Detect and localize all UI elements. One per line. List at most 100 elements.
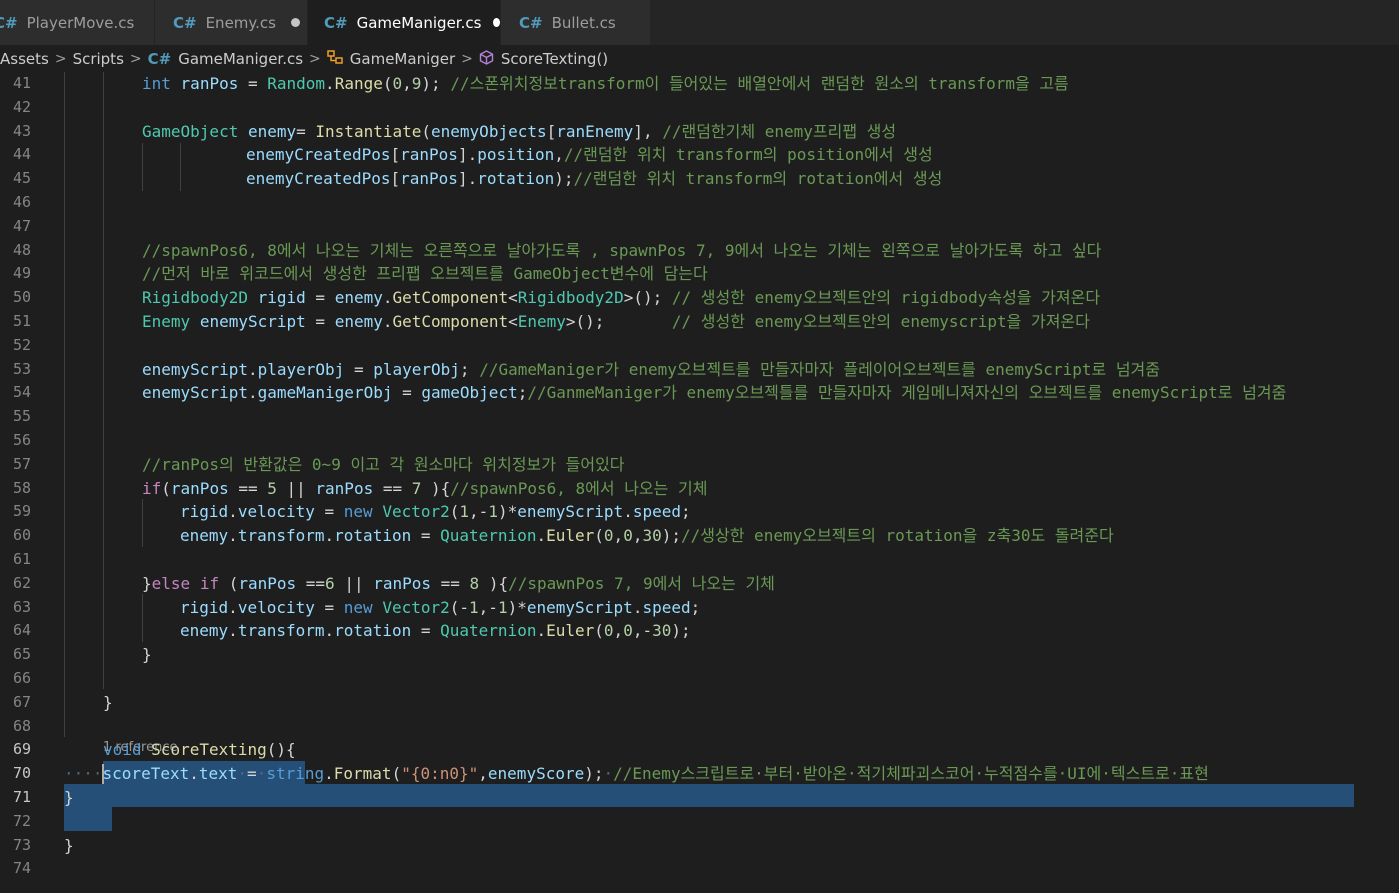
code-line[interactable]: 65} [0, 643, 1399, 667]
code-token: . [324, 764, 334, 784]
code-line[interactable]: 73} [0, 834, 1399, 858]
code-token: = [305, 312, 335, 331]
code-token: 9 [411, 74, 422, 93]
code-line[interactable]: 69 void ScoreTexting(){ [0, 738, 1399, 762]
code-text: Rigidbody2D rigid = enemy.GetComponent<R… [142, 286, 1100, 310]
code-token: · [237, 764, 248, 784]
code-line[interactable]: 54 enemyScript.gameManigerObj = gameObjec… [0, 381, 1399, 405]
code-token: < [508, 288, 518, 308]
line-number: 52 [12, 335, 31, 354]
code-text: void ScoreTexting(){ [103, 738, 296, 762]
code-token: Format [333, 764, 392, 784]
code-line[interactable]: 60 enemy.transform.rotation = Quaternion.… [0, 524, 1399, 548]
code-token: = [296, 121, 316, 141]
breadcrumb-item[interactable]: GameManiger [350, 50, 455, 68]
code-line[interactable]: 62}else if (ranPos ==6 || ranPos == 8 ){… [0, 572, 1399, 596]
line-number: 42 [12, 97, 31, 116]
code-line[interactable]: 68 [0, 715, 1399, 739]
code-line[interactable]: 67} [0, 691, 1399, 715]
code-line[interactable]: 64 enemy.transform.rotation = Quaternion.… [0, 619, 1399, 643]
class-icon [327, 50, 343, 68]
code-token: >(); [623, 288, 672, 308]
code-line[interactable]: 74 [0, 857, 1399, 881]
code-token: Euler [546, 526, 595, 546]
code-token: ,- [478, 597, 498, 617]
code-line[interactable]: 55 [0, 405, 1399, 429]
code-token: transform [237, 526, 325, 546]
code-token: . [247, 383, 258, 403]
code-line[interactable]: 44 enemyCreatedPos[ranPos].position,//랜덤한… [0, 143, 1399, 167]
code-token: rotation [334, 526, 412, 546]
code-token: . [228, 526, 238, 546]
chevron-right-icon: > [461, 51, 473, 67]
code-token: enemyScript [526, 597, 633, 617]
code-token: int [142, 74, 171, 93]
code-token: //spawnPos6, 8에서 나오는 기체는 오른쪽으로 날아가도록 , s… [142, 240, 1102, 260]
code-line[interactable]: 50 Rigidbody2D rigid = enemy.GetComponent… [0, 286, 1399, 310]
code-token: . [382, 288, 393, 308]
tab-enemy[interactable]: C# Enemy.cs [155, 0, 308, 45]
code-line[interactable]: 70 ····scoreText.text·=·string.Format("{0… [0, 762, 1399, 786]
code-line[interactable]: 42 [0, 96, 1399, 120]
code-token: = [238, 74, 268, 93]
breadcrumb-item[interactable]: Scripts [73, 50, 124, 68]
code-line[interactable]: 63 rigid.velocity = new Vector2(-1,-1)*en… [0, 596, 1399, 620]
code-token: text [198, 764, 238, 784]
code-text: } [103, 691, 113, 715]
code-token: = [314, 597, 344, 617]
code-token: 30 [642, 526, 662, 546]
code-line[interactable]: 46 [0, 191, 1399, 215]
code-line[interactable]: 47 [0, 215, 1399, 239]
code-text: enemyScript.gameManigerObj = gameObject;… [142, 381, 1286, 405]
code-line[interactable]: 48 //spawnPos6, 8에서 나오는 기체는 오른쪽으로 날아가도록 ,… [0, 239, 1399, 263]
code-line[interactable]: 43 GameObject enemy= Instantiate(enemyObj… [0, 120, 1399, 144]
breadcrumb-item[interactable]: Assets [0, 50, 49, 68]
tab-bullet[interactable]: C# Bullet.cs [501, 0, 651, 45]
code-token: "{0:n0}" [401, 764, 479, 784]
code-line[interactable]: 56 [0, 429, 1399, 453]
code-token: //생상한 enemy오브젝트의 rotation을 z축30도 돌려준다 [681, 526, 1114, 546]
code-line[interactable]: 72 [0, 810, 1399, 834]
breadcrumb-item[interactable]: GameManiger.cs [178, 50, 303, 68]
code-line[interactable]: 53 enemyScript.playerObj = playerObj; //G… [0, 358, 1399, 382]
chevron-right-icon: > [54, 51, 67, 67]
csharp-file-icon: C# [0, 13, 18, 32]
tab-gamemaniger[interactable]: C# GameManiger.cs [308, 0, 501, 45]
code-token: Vector2 [382, 502, 450, 522]
tab-label: Bullet.cs [551, 13, 616, 32]
tab-playermove[interactable]: C# PlayerMove.cs [0, 0, 155, 45]
code-token: . [536, 526, 547, 546]
code-token: ranPos [170, 478, 229, 498]
unsaved-dot-icon[interactable] [290, 18, 300, 27]
code-text: enemy.transform.rotation = Quaternion.Eu… [180, 619, 691, 643]
code-line[interactable]: 45 enemyCreatedPos[ranPos].rotation);//랜덤… [0, 167, 1399, 191]
breadcrumb-item[interactable]: ScoreTexting() [501, 50, 608, 68]
code-line[interactable]: 51 Enemy enemyScript = enemy.GetComponent… [0, 310, 1399, 334]
code-token: . [324, 526, 335, 546]
unsaved-dot-icon[interactable] [493, 18, 500, 27]
code-line[interactable]: 66 [0, 667, 1399, 691]
code-editor[interactable]: 1 reference 41 int ranPos = Random.Range(… [0, 72, 1399, 893]
code-text: } [64, 834, 74, 858]
code-token: transform [237, 621, 325, 641]
code-text: ····scoreText.text·=·string.Format("{0:n… [64, 762, 1209, 786]
code-token: )* [497, 502, 518, 522]
code-line[interactable]: 52 [0, 334, 1399, 358]
code-token: //먼저 바로 위코드에서 생성한 프리팹 오브젝트를 GameObject변수… [142, 264, 708, 284]
code-text: } [64, 786, 74, 810]
code-line[interactable]: 71} [0, 786, 1399, 810]
line-number: 55 [12, 407, 31, 426]
code-line[interactable]: 57 //ranPos의 반환값은 0~9 이고 각 원소마다 위치정보가 들어있… [0, 453, 1399, 477]
code-line[interactable]: 41 int ranPos = Random.Range(0,9); //스폰위치… [0, 72, 1399, 96]
code-token: ); [671, 621, 691, 641]
code-token: //Enemy스크립트로·부터·받아온·적기체파괴스코어·누적점수를·UI에·텍… [613, 764, 1209, 784]
code-line[interactable]: 58 if(ranPos == 5 || ranPos == 7 ){//spaw… [0, 477, 1399, 501]
code-line[interactable]: 49 //먼저 바로 위코드에서 생성한 프리팹 오브젝트를 GameObject… [0, 262, 1399, 286]
code-token: ( [421, 121, 432, 141]
code-line[interactable]: 59 rigid.velocity = new Vector2(1,-1)*ene… [0, 500, 1399, 524]
code-line[interactable]: 61 [0, 548, 1399, 572]
chevron-right-icon: > [309, 51, 321, 67]
